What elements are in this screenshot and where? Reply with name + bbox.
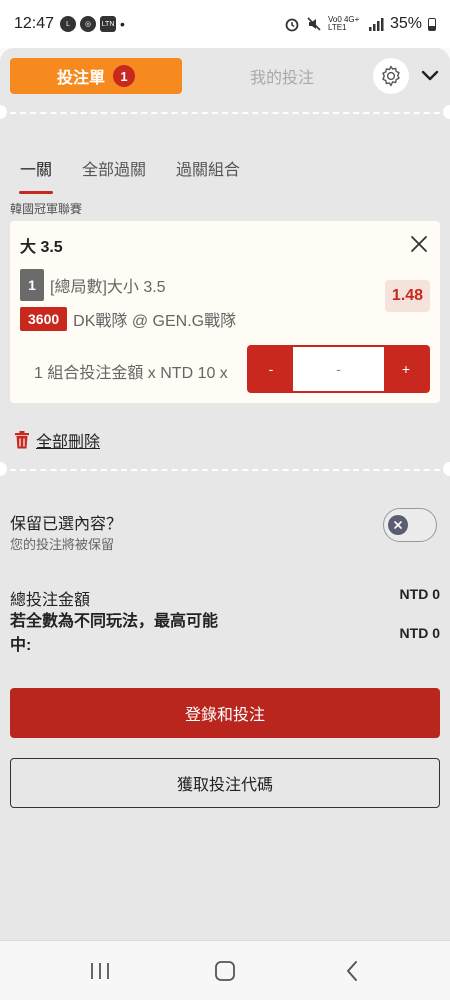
- keep-selection-subtitle: 您的投注將被保留: [10, 537, 115, 552]
- recent-apps-icon: [91, 963, 109, 979]
- recent-apps-button[interactable]: [86, 957, 114, 985]
- odds-value: 1.48: [385, 280, 430, 312]
- status-time: 12:47: [14, 15, 55, 32]
- stake-input[interactable]: -: [293, 347, 384, 391]
- max-win-label: 若全數為不同玩法，最高可能中:: [10, 613, 219, 654]
- total-stake-label: 總投注金額: [10, 592, 91, 609]
- delete-all-label: 全部刪除: [36, 434, 101, 451]
- home-button[interactable]: [211, 957, 239, 985]
- tab-my-bets[interactable]: 我的投注: [192, 64, 372, 88]
- max-win-value: NTD 0: [399, 625, 440, 641]
- tab-parlay-combo[interactable]: 過關組合: [176, 156, 240, 190]
- match-row: 3600 DK戰隊 @ GEN.G戰隊: [20, 307, 236, 331]
- leg-number: 1: [20, 269, 44, 301]
- system-nav-bar: [0, 940, 450, 1000]
- bet-card: 大 3.5 1 [總局數]大小 3.5 1.48 3600 DK戰隊 @ GEN…: [10, 221, 440, 403]
- close-icon: [411, 236, 427, 252]
- betslip-count-badge: 1: [113, 65, 135, 87]
- match-name: DK戰隊 @ GEN.G戰隊: [73, 313, 237, 330]
- ticket-notch-right: [443, 462, 450, 476]
- signal-icon: [368, 18, 384, 31]
- stake-label: 1 組合投注金額 x NTD 10 x: [34, 365, 228, 382]
- stake-increase-button[interactable]: +: [384, 347, 428, 391]
- browser-app-icon: ◎: [80, 16, 97, 32]
- dashed-divider: [0, 469, 450, 471]
- ticket-notch-right: [443, 105, 450, 119]
- notification-icons: L ◎ LTN: [60, 16, 117, 32]
- keep-selection-title: 保留已選內容？: [10, 516, 123, 533]
- trash-icon: [15, 431, 29, 449]
- mute-icon: [307, 17, 321, 31]
- tab-betslip-label: 投注單: [56, 70, 105, 87]
- match-id-badge: 3600: [20, 307, 68, 331]
- tab-all-parlay[interactable]: 全部過關: [82, 156, 146, 190]
- battery-icon: [428, 17, 436, 31]
- line-app-icon: L: [60, 16, 77, 32]
- gear-icon: [382, 65, 400, 87]
- betslip-header: 投注單 1 我的投注: [10, 58, 440, 94]
- toggle-knob: [388, 515, 408, 535]
- league-name: 韓國冠軍聯賽: [10, 202, 83, 216]
- network-label: Vo0 4G+ LTE1: [327, 15, 360, 32]
- market-name: [總局數]大小 3.5: [50, 279, 166, 296]
- collapse-button[interactable]: [418, 64, 442, 88]
- settings-button[interactable]: [373, 58, 409, 94]
- remove-bet-button[interactable]: [408, 233, 430, 255]
- keep-selection-toggle[interactable]: [383, 508, 437, 542]
- alarm-icon: [285, 18, 299, 32]
- close-icon: [394, 521, 402, 529]
- battery-percent: 35%: [389, 15, 422, 32]
- dashed-divider: [0, 112, 450, 114]
- ticket-notch-left: [0, 105, 7, 119]
- home-icon: [215, 961, 235, 981]
- stake-decrease-button[interactable]: -: [249, 347, 293, 391]
- tab-betslip[interactable]: 投注單 1: [10, 58, 182, 94]
- betslip-sheet: 投注單 1 我的投注 一關 全部過關 過關組合 韓國冠軍聯賽 大 3.5 1 […: [0, 48, 450, 940]
- more-notifications-dot: •: [120, 16, 125, 32]
- back-button[interactable]: [338, 957, 366, 985]
- bet-type-tabs: 一關 全部過關 過關組合: [18, 156, 240, 194]
- tab-single[interactable]: 一關: [18, 156, 54, 194]
- system-status: Vo0 4G+ LTE1 35%: [284, 15, 436, 33]
- market-row: 1 [總局數]大小 3.5: [20, 269, 166, 301]
- back-icon: [347, 961, 357, 981]
- total-stake-value: NTD 0: [399, 586, 440, 602]
- status-bar: 12:47 L ◎ LTN • Vo0 4G+ LTE1 35%: [0, 0, 450, 48]
- delete-all-button[interactable]: 全部刪除: [14, 428, 100, 452]
- login-and-bet-button[interactable]: 登錄和投注: [10, 688, 440, 738]
- bet-selection-title: 大 3.5: [20, 239, 63, 256]
- chevron-down-icon: [421, 70, 439, 81]
- get-bet-code-button[interactable]: 獲取投注代碼: [10, 758, 440, 808]
- ltn-app-icon: LTN: [100, 16, 117, 32]
- stake-stepper: - - +: [247, 345, 430, 393]
- ticket-notch-left: [0, 462, 7, 476]
